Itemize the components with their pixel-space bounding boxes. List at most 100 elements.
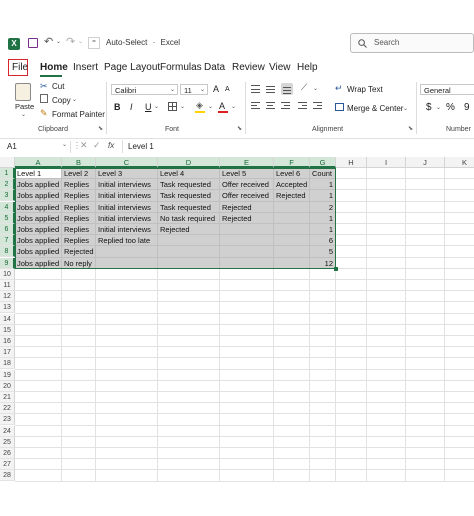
cell-f5[interactable] <box>274 212 310 224</box>
cell-h10[interactable] <box>336 268 367 280</box>
cell-j6[interactable] <box>406 224 445 236</box>
cell-f8[interactable] <box>274 246 310 258</box>
cell-k16[interactable] <box>445 336 474 348</box>
cell-c12[interactable] <box>96 291 158 303</box>
cell-c8[interactable] <box>96 246 158 258</box>
cell-e2[interactable]: Offer received <box>220 179 274 191</box>
cell-h20[interactable] <box>336 380 367 392</box>
cell-h13[interactable] <box>336 302 367 314</box>
cell-a22[interactable] <box>15 403 62 415</box>
cell-g20[interactable] <box>310 380 336 392</box>
cell-j15[interactable] <box>406 324 445 336</box>
column-header-e[interactable]: E <box>220 157 274 168</box>
undo-icon[interactable]: ↶ <box>44 35 53 48</box>
cell-a15[interactable] <box>15 324 62 336</box>
column-header-j[interactable]: J <box>406 157 445 168</box>
cell-f12[interactable] <box>274 291 310 303</box>
cell-d6[interactable]: Rejected <box>158 224 220 236</box>
cell-a20[interactable] <box>15 380 62 392</box>
cell-h17[interactable] <box>336 347 367 359</box>
cell-h24[interactable] <box>336 425 367 437</box>
number-format-select[interactable]: General <box>420 84 474 95</box>
font-launcher-icon[interactable]: ⬊ <box>237 125 242 132</box>
cell-a26[interactable] <box>15 448 62 460</box>
cell-f4[interactable] <box>274 201 310 213</box>
cell-i8[interactable] <box>367 246 406 258</box>
merge-center-icon[interactable] <box>335 103 344 111</box>
cell-e17[interactable] <box>220 347 274 359</box>
cell-c19[interactable] <box>96 369 158 381</box>
cell-d24[interactable] <box>158 425 220 437</box>
cell-k19[interactable] <box>445 370 474 381</box>
cell-a21[interactable] <box>15 392 62 404</box>
cell-j18[interactable] <box>406 358 445 370</box>
font-color-dropdown-icon[interactable]: ⌄ <box>231 103 236 110</box>
copy-button[interactable]: Copy <box>52 96 71 105</box>
font-name-select[interactable]: Calibri ⌄ <box>111 84 178 95</box>
cell-c27[interactable] <box>96 459 158 471</box>
cell-h3[interactable] <box>336 190 367 202</box>
cell-c5[interactable]: Initial interviews <box>96 212 158 224</box>
cell-h27[interactable] <box>336 459 367 471</box>
cell-b8[interactable]: Rejected <box>62 246 96 258</box>
cell-b9[interactable]: No reply <box>62 257 96 269</box>
cell-f18[interactable] <box>274 358 310 370</box>
cell-d28[interactable] <box>158 470 220 482</box>
cell-d9[interactable] <box>158 257 220 269</box>
align-left-icon[interactable] <box>251 102 260 110</box>
comma-style-button[interactable]: 9 <box>464 102 470 113</box>
cell-j9[interactable] <box>406 257 445 269</box>
cell-j26[interactable] <box>406 448 445 460</box>
row-header-22[interactable]: 22 <box>0 403 15 415</box>
underline-button[interactable]: U <box>145 102 152 112</box>
cell-b23[interactable] <box>62 414 96 426</box>
cell-f6[interactable] <box>274 224 310 236</box>
cell-e20[interactable] <box>220 380 274 392</box>
cell-b6[interactable]: Replies <box>62 224 96 236</box>
cell-g7[interactable]: 6 <box>310 235 336 247</box>
cell-g13[interactable] <box>310 302 336 314</box>
confirm-entry-icon[interactable]: ✓ <box>93 140 101 151</box>
shrink-font-button[interactable]: A <box>225 86 230 93</box>
format-painter-icon[interactable]: ✎ <box>40 108 48 119</box>
tab-review[interactable]: Review <box>232 62 265 73</box>
cell-d20[interactable] <box>158 380 220 392</box>
cell-k1[interactable] <box>445 168 474 180</box>
cell-d1[interactable]: Level 4 <box>158 168 220 180</box>
cell-c21[interactable] <box>96 392 158 404</box>
cell-a28[interactable] <box>15 470 62 482</box>
row-header-15[interactable]: 15 <box>0 324 15 336</box>
cell-k20[interactable] <box>445 381 474 392</box>
cell-j8[interactable] <box>406 246 445 258</box>
cell-i19[interactable] <box>367 369 406 381</box>
cell-i22[interactable] <box>367 403 406 415</box>
cell-j19[interactable] <box>406 369 445 381</box>
column-header-g[interactable]: G <box>310 157 336 168</box>
cell-j17[interactable] <box>406 347 445 359</box>
cell-c18[interactable] <box>96 358 158 370</box>
cell-e18[interactable] <box>220 358 274 370</box>
align-top-icon[interactable] <box>251 85 260 94</box>
cell-j4[interactable] <box>406 201 445 213</box>
cell-f17[interactable] <box>274 347 310 359</box>
merge-center-button[interactable]: Merge & Center <box>347 104 403 113</box>
cell-h11[interactable] <box>336 280 367 292</box>
cell-h23[interactable] <box>336 414 367 426</box>
row-header-11[interactable]: 11 <box>0 280 15 291</box>
cell-e1[interactable]: Level 5 <box>220 168 274 180</box>
font-size-select[interactable]: 11 ⌄ <box>180 84 208 95</box>
cell-i4[interactable] <box>367 201 406 213</box>
cell-k21[interactable] <box>445 392 474 404</box>
tab-data[interactable]: Data <box>204 62 225 73</box>
cell-c11[interactable] <box>96 280 158 292</box>
cell-f20[interactable] <box>274 380 310 392</box>
cell-b7[interactable]: Replies <box>62 235 96 247</box>
cell-g23[interactable] <box>310 414 336 426</box>
insert-function-button[interactable]: fx <box>108 141 114 150</box>
cell-c22[interactable] <box>96 403 158 415</box>
cell-e3[interactable]: Offer received <box>220 190 274 202</box>
cell-e21[interactable] <box>220 392 274 404</box>
cell-i24[interactable] <box>367 425 406 437</box>
cell-k24[interactable] <box>445 426 474 437</box>
cell-d25[interactable] <box>158 436 220 448</box>
